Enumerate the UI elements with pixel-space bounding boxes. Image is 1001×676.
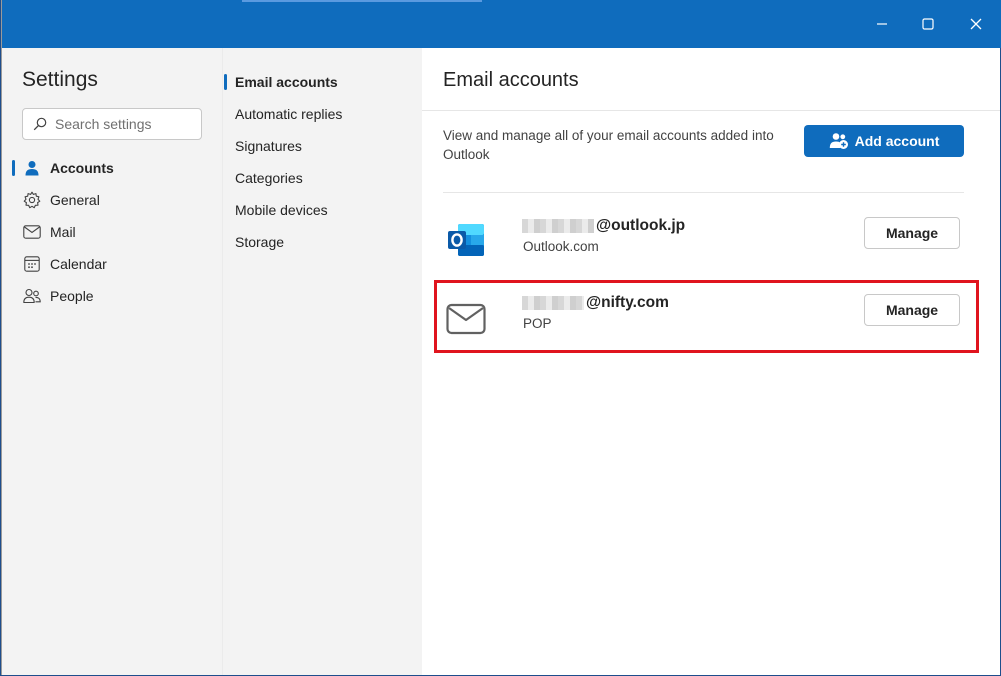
submenu-label: Automatic replies bbox=[235, 106, 343, 122]
mail-icon bbox=[22, 222, 42, 242]
active-indicator bbox=[12, 160, 15, 176]
submenu-label: Mobile devices bbox=[235, 202, 328, 218]
submenu-storage[interactable]: Storage bbox=[223, 226, 423, 258]
list-divider bbox=[443, 192, 964, 193]
sidebar-item-label: Accounts bbox=[50, 160, 114, 176]
account-email: @outlook.jp bbox=[522, 217, 685, 235]
manage-button[interactable]: Manage bbox=[864, 217, 960, 249]
submenu-label: Email accounts bbox=[235, 74, 338, 90]
submenu-label: Storage bbox=[235, 234, 285, 250]
search-input[interactable] bbox=[55, 116, 195, 132]
sidebar-item-mail[interactable]: Mail bbox=[12, 216, 212, 248]
sidebar-item-people[interactable]: People bbox=[12, 280, 212, 312]
add-person-icon bbox=[829, 133, 848, 149]
add-account-button[interactable]: Add account bbox=[804, 125, 964, 157]
sidebar-item-label: Mail bbox=[50, 224, 76, 240]
submenu-categories[interactable]: Categories bbox=[223, 162, 423, 194]
settings-sidebar: Settings Accounts General Mail bbox=[2, 48, 222, 675]
people-icon bbox=[22, 286, 42, 306]
account-email-domain: @outlook.jp bbox=[596, 217, 686, 234]
active-indicator bbox=[224, 74, 227, 90]
sidebar-item-general[interactable]: General bbox=[12, 184, 212, 216]
minimize-icon bbox=[877, 23, 887, 25]
panel-divider bbox=[422, 110, 1000, 111]
submenu-automatic-replies[interactable]: Automatic replies bbox=[223, 98, 423, 130]
calendar-icon bbox=[22, 254, 42, 274]
accounts-submenu: Email accounts Automatic replies Signatu… bbox=[222, 48, 422, 675]
panel-title: Email accounts bbox=[443, 69, 579, 91]
sidebar-item-label: General bbox=[50, 192, 100, 208]
gear-icon bbox=[22, 190, 42, 210]
person-icon bbox=[22, 158, 42, 178]
title-bar bbox=[2, 0, 1001, 48]
close-button[interactable] bbox=[953, 0, 999, 48]
submenu-label: Signatures bbox=[235, 138, 302, 154]
add-account-label: Add account bbox=[854, 133, 940, 149]
search-box[interactable] bbox=[22, 108, 202, 140]
submenu-email-accounts[interactable]: Email accounts bbox=[223, 66, 423, 98]
maximize-button[interactable] bbox=[905, 0, 951, 48]
title-bar-accent bbox=[242, 0, 482, 2]
submenu-signatures[interactable]: Signatures bbox=[223, 130, 423, 162]
outlook-logo-icon bbox=[448, 224, 484, 256]
settings-title: Settings bbox=[22, 68, 98, 91]
sidebar-item-label: People bbox=[50, 288, 94, 304]
close-icon bbox=[970, 18, 982, 30]
sidebar-item-accounts[interactable]: Accounts bbox=[12, 152, 212, 184]
panel-description: View and manage all of your email accoun… bbox=[443, 128, 774, 162]
sidebar-item-calendar[interactable]: Calendar bbox=[12, 248, 212, 280]
highlight-annotation bbox=[434, 280, 979, 353]
settings-window: Settings Accounts General Mail bbox=[1, 0, 1001, 675]
sidebar-item-label: Calendar bbox=[50, 256, 107, 272]
redacted-username bbox=[522, 219, 594, 233]
account-type: Outlook.com bbox=[523, 239, 599, 254]
search-icon bbox=[33, 117, 47, 131]
submenu-label: Categories bbox=[235, 170, 303, 186]
email-accounts-panel: Email accounts View and manage all of yo… bbox=[422, 48, 1000, 675]
submenu-mobile-devices[interactable]: Mobile devices bbox=[223, 194, 423, 226]
minimize-button[interactable] bbox=[859, 0, 905, 48]
account-row: @outlook.jp Outlook.com Manage bbox=[443, 211, 964, 271]
maximize-icon bbox=[922, 18, 934, 30]
